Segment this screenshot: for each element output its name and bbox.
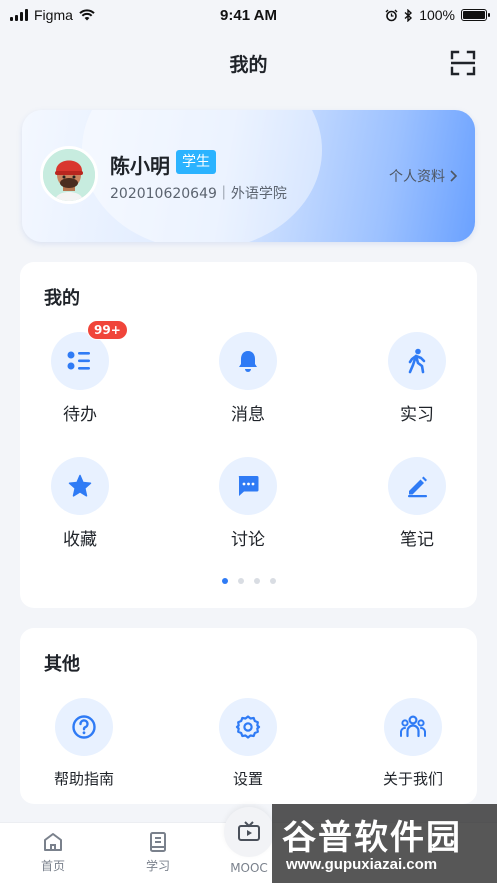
user-name: 陈小明 [110, 154, 170, 178]
pencil-icon [408, 476, 427, 498]
wifi-icon [79, 9, 95, 21]
grid-item-label: 消息 [231, 405, 265, 425]
page-dot[interactable] [269, 578, 276, 584]
status-bar: Figma 9:41 AM 100% [0, 0, 497, 30]
internship-icon-circle [388, 332, 446, 390]
tab-label: 首页 [40, 859, 65, 873]
grid-item-discussion[interactable]: 讨论 [188, 457, 308, 550]
avatar-illustration [43, 149, 95, 201]
home-icon [44, 833, 62, 851]
grid-item-todo[interactable]: 99+ 待办 [20, 320, 140, 425]
gear-icon [235, 715, 261, 739]
grid-item-label: 实习 [400, 405, 434, 425]
grid-item-about[interactable]: 关于我们 [353, 698, 473, 789]
tab-study[interactable]: 学习 [118, 831, 198, 874]
profile-card[interactable]: 陈小明 学生 202010620649｜外语学院 个人资料 [22, 110, 475, 242]
settings-icon-circle [219, 698, 277, 756]
watermark-title: 谷普软件园 [282, 818, 462, 858]
user-id-college: 202010620649｜外语学院 [110, 186, 287, 202]
grid-item-label: 帮助指南 [53, 770, 114, 788]
help-question-icon [72, 715, 96, 739]
grid-item-favorites[interactable]: 收藏 [20, 457, 140, 550]
mine-title: 我的 [44, 288, 80, 309]
tab-label: 学习 [145, 859, 170, 873]
status-left: Figma [10, 7, 95, 23]
signal-icon [10, 9, 28, 21]
tab-label: MOOC [230, 861, 268, 875]
status-right: 100% [385, 7, 490, 23]
page-dot[interactable] [253, 578, 260, 584]
mine-card: 我的 99+ 待办 消息 实习 收藏 讨论 笔记 [20, 262, 477, 608]
nav-bar: 我的 [0, 40, 497, 86]
other-title: 其他 [44, 654, 80, 675]
star-icon [68, 474, 92, 497]
watermark-url: www.gupuxiazai.com [286, 856, 438, 873]
page-dot-active[interactable] [221, 578, 228, 584]
grid-item-settings[interactable]: 设置 [188, 698, 308, 789]
alarm-icon [385, 9, 398, 21]
page-indicator [20, 578, 477, 584]
mooc-circle [224, 807, 274, 857]
page-title: 我的 [229, 53, 268, 76]
book-icon [150, 832, 166, 852]
walking-person-icon [408, 348, 426, 374]
discussion-icon-circle [219, 457, 277, 515]
team-icon [400, 715, 426, 738]
grid-item-notes[interactable]: 笔记 [357, 457, 477, 550]
bell-icon [239, 351, 257, 372]
grid-item-messages[interactable]: 消息 [188, 332, 308, 425]
chat-bubble-icon [238, 476, 259, 496]
todo-icon-circle: 99+ [51, 320, 128, 390]
grid-item-label: 笔记 [400, 530, 434, 550]
avatar[interactable] [40, 146, 98, 204]
profile-link-label: 个人资料 [389, 169, 445, 185]
carrier-name: Figma [34, 7, 73, 23]
bluetooth-icon [404, 8, 413, 22]
todo-list-icon [67, 351, 90, 370]
grid-item-label: 关于我们 [382, 770, 443, 788]
tv-icon [238, 821, 260, 841]
todo-count-badge: 99+ [87, 320, 128, 340]
grid-item-label: 讨论 [231, 530, 265, 550]
battery-percent: 100% [419, 7, 455, 23]
notes-icon-circle [388, 457, 446, 515]
page-dot[interactable] [237, 578, 244, 584]
grid-item-help[interactable]: 帮助指南 [24, 698, 144, 789]
favorites-icon-circle [51, 457, 109, 515]
role-badge: 学生 [176, 150, 216, 174]
grid-item-internship[interactable]: 实习 [357, 332, 477, 425]
watermark: 谷普软件园 www.gupuxiazai.com [272, 804, 497, 883]
chevron-right-icon [450, 170, 458, 182]
grid-item-label: 待办 [63, 405, 97, 425]
help-icon-circle [55, 698, 113, 756]
grid-item-label: 设置 [232, 770, 263, 788]
tab-home[interactable]: 首页 [13, 831, 93, 874]
grid-item-label: 收藏 [63, 530, 97, 550]
about-icon-circle [384, 698, 442, 756]
scan-icon[interactable] [449, 49, 477, 77]
other-card: 其他 帮助指南 设置 关于我们 [20, 628, 477, 804]
battery-icon [461, 9, 490, 21]
messages-icon-circle [219, 332, 277, 390]
profile-link[interactable]: 个人资料 [389, 166, 459, 186]
